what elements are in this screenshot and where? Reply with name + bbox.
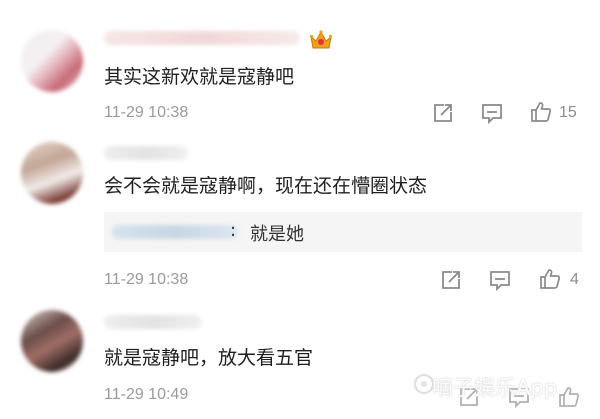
share-square-icon[interactable] [440,269,462,291]
avatar[interactable] [21,30,83,92]
thumbs-up-icon[interactable] [530,101,552,123]
username-blurred[interactable] [104,315,202,329]
comment-timestamp: 11-29 10:49 [104,386,189,403]
comment-text: 会不会就是寇静啊，现在还在懵圈状态 [104,175,428,197]
reply-text: 就是她 [250,224,304,245]
comment-text: 就是寇静吧，放大看五官 [104,347,314,369]
comment-timestamp: 11-29 10:38 [104,104,189,121]
like-count: 4 [570,271,579,288]
username-blurred[interactable] [104,31,300,45]
reply-username-blurred[interactable] [112,225,238,239]
comment-timestamp: 11-29 10:38 [104,271,189,288]
thumbs-up-icon[interactable] [539,268,561,290]
reply-preview[interactable]: : 就是她 [104,212,582,252]
comment-bubble-icon[interactable] [481,102,503,124]
like-count: 15 [559,104,577,121]
avatar[interactable] [21,142,83,204]
share-square-icon[interactable] [432,102,454,124]
thumbs-up-icon[interactable] [558,386,580,408]
comment-text: 其实这新欢就是寇静吧 [104,66,295,88]
reply-separator: : [230,220,237,241]
username-blurred[interactable] [104,146,188,160]
crown-badge-icon [309,30,333,49]
avatar[interactable] [21,310,83,372]
watermark-text: 嘀子娱乐App [432,376,558,400]
comment-bubble-icon[interactable] [489,269,511,291]
